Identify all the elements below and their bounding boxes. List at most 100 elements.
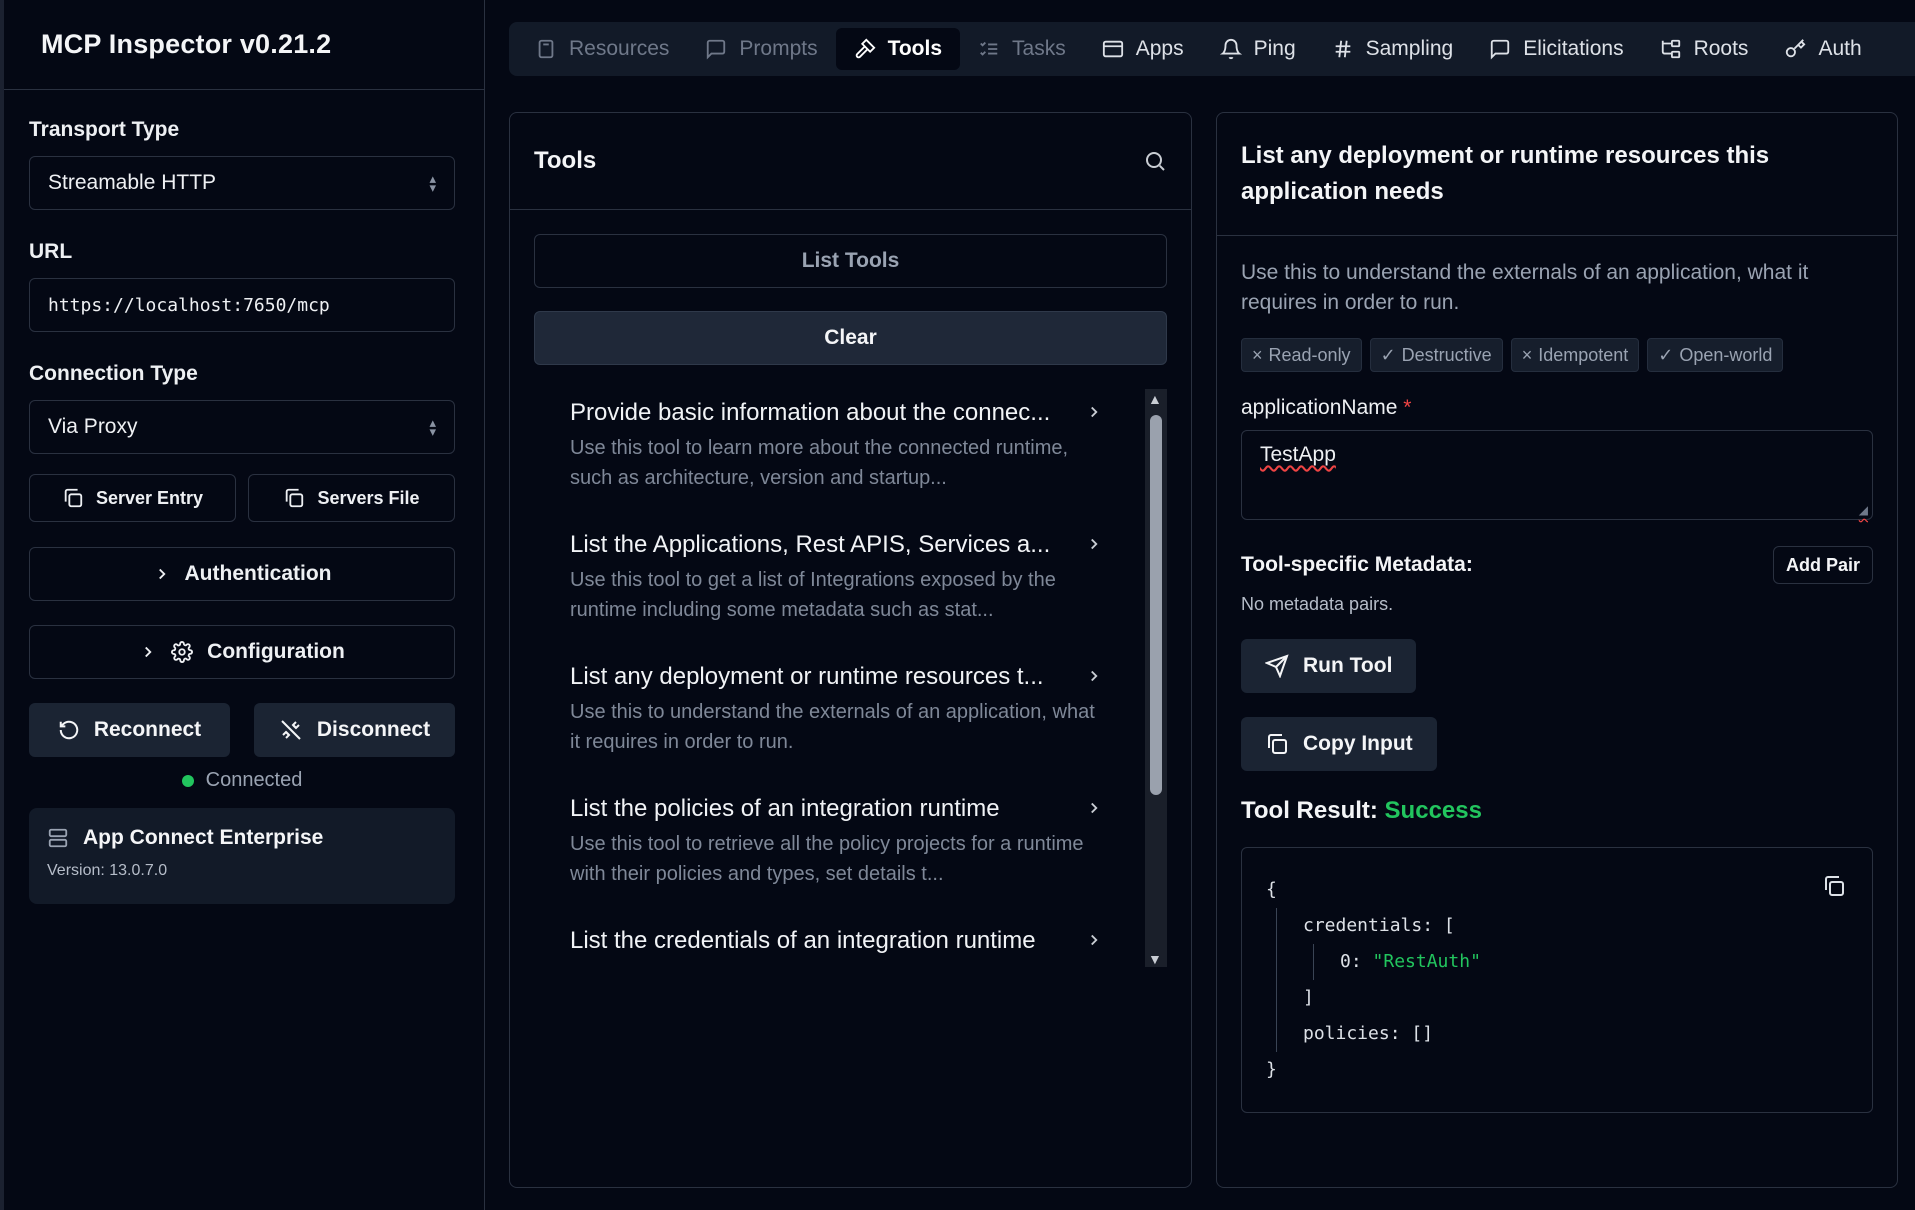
chevron-right-icon <box>1085 403 1103 421</box>
check-icon: ✓ <box>1658 344 1674 365</box>
tab-sampling[interactable]: Sampling <box>1314 28 1472 70</box>
tab-tasks[interactable]: Tasks <box>960 28 1084 70</box>
connection-type-value: Via Proxy <box>48 415 138 438</box>
tab-prompts[interactable]: Prompts <box>687 28 835 70</box>
tab-auth-label: Auth <box>1818 37 1862 60</box>
scroll-down-arrow-icon[interactable]: ▼ <box>1148 951 1162 967</box>
json-array-item: 0: "RestAuth" <box>1340 944 1848 980</box>
add-pair-button[interactable]: Add Pair <box>1772 546 1873 584</box>
tool-list-item[interactable]: Provide basic information about the conn… <box>534 389 1167 521</box>
run-tool-button[interactable]: Run Tool <box>1241 639 1417 693</box>
transport-type-select[interactable]: Streamable HTTP ▴ ▾ <box>29 156 455 210</box>
mcp-inspector-app: MCP Inspector v0.21.2 Transport Type Str… <box>0 0 1915 1210</box>
json-string-value: "RestAuth" <box>1372 951 1481 972</box>
folder-tree-icon <box>1660 38 1682 60</box>
tool-detail-description: Use this to understand the externals of … <box>1241 261 1809 314</box>
configuration-label: Configuration <box>207 640 345 663</box>
disconnect-label: Disconnect <box>316 718 431 741</box>
application-name-input[interactable]: TestApp ◢ <box>1241 430 1873 520</box>
hint-label: Open-world <box>1679 344 1773 365</box>
hint-badge-read-only: × Read-only <box>1241 338 1362 372</box>
list-tools-button[interactable]: List Tools <box>534 234 1167 288</box>
argument-label: applicationName * <box>1241 396 1873 420</box>
json-index: 0: <box>1340 951 1362 972</box>
tool-description: Use this tool to learn more about the co… <box>570 437 1069 489</box>
scroll-up-arrow-icon[interactable]: ▲ <box>1148 391 1162 407</box>
connection-actions: Reconnect Disconnect <box>29 703 455 757</box>
server-entry-label: Server Entry <box>95 487 204 508</box>
connection-status: Connected <box>29 769 455 792</box>
connection-type-select[interactable]: Via Proxy ▴ ▾ <box>29 400 455 454</box>
unplug-icon <box>279 718 303 742</box>
disconnect-button[interactable]: Disconnect <box>254 703 455 757</box>
tab-resources-label: Resources <box>569 37 670 60</box>
url-input[interactable]: https://localhost:7650/mcp <box>29 278 455 332</box>
servers-file-label: Servers File <box>317 487 420 508</box>
tool-list-item-selected[interactable]: List any deployment or runtime resources… <box>534 653 1167 785</box>
tab-tools-label: Tools <box>887 37 943 60</box>
tool-list-item[interactable]: List the policies of an integration runt… <box>534 785 1167 917</box>
tool-title: List any deployment or runtime resources… <box>570 663 1044 690</box>
x-icon: × <box>1521 344 1533 365</box>
file-icon <box>535 38 557 60</box>
copy-input-button[interactable]: Copy Input <box>1241 717 1437 771</box>
tab-roots[interactable]: Roots <box>1642 28 1767 70</box>
tab-roots-label: Roots <box>1693 37 1749 60</box>
server-name: App Connect Enterprise <box>83 826 324 849</box>
tab-resources[interactable]: Resources <box>517 28 687 70</box>
tab-ping[interactable]: Ping <box>1202 28 1314 70</box>
server-name-row: App Connect Enterprise <box>47 826 437 850</box>
tool-list-scrollbar[interactable]: ▲ ▼ <box>1145 389 1167 967</box>
url-label: URL <box>29 240 73 263</box>
chevron-right-icon <box>153 565 171 583</box>
tab-ping-label: Ping <box>1253 37 1296 60</box>
server-entry-button[interactable]: Server Entry <box>29 474 236 522</box>
transport-type-value: Streamable HTTP <box>48 171 217 194</box>
hint-label: Destructive <box>1401 344 1492 365</box>
clear-button[interactable]: Clear <box>534 311 1167 365</box>
tool-result-status: Success <box>1384 797 1482 824</box>
tool-result-label: Tool Result: <box>1241 797 1378 824</box>
authentication-label: Authentication <box>184 562 332 585</box>
metadata-header: Tool-specific Metadata: Add Pair <box>1241 546 1873 584</box>
authentication-toggle[interactable]: Authentication <box>29 547 455 601</box>
tab-apps-label: Apps <box>1135 37 1184 60</box>
json-policies-line: policies: [] <box>1303 1016 1848 1052</box>
tab-elicitations[interactable]: Elicitations <box>1471 28 1641 70</box>
tool-result-heading: Tool Result: Success <box>1241 797 1873 825</box>
hint-badge-open-world: ✓ Open-world <box>1647 338 1784 372</box>
x-icon: × <box>1252 344 1263 365</box>
tools-panel: Tools List Tools Clear Provide basic inf… <box>509 112 1192 1188</box>
application-name-value: TestApp <box>1260 443 1336 466</box>
sidebar-header: MCP Inspector v0.21.2 <box>0 0 484 90</box>
tab-apps[interactable]: Apps <box>1084 28 1202 70</box>
connection-type-label: Connection Type <box>29 362 198 385</box>
tools-panel-header: Tools <box>510 113 1191 210</box>
copy-icon <box>62 487 84 509</box>
tab-tools[interactable]: Tools <box>835 28 961 70</box>
message-square-icon <box>705 38 727 60</box>
tool-list-item[interactable]: List the Applications, Rest APIS, Servic… <box>534 521 1167 653</box>
list-checks-icon <box>978 38 1000 60</box>
tab-auth[interactable]: Auth <box>1766 28 1879 70</box>
bell-icon <box>1219 38 1242 60</box>
chevron-right-icon <box>139 643 157 661</box>
configuration-toggle[interactable]: Configuration <box>29 625 455 679</box>
hint-label: Idempotent <box>1538 344 1629 365</box>
json-key: policies: <box>1303 1023 1401 1044</box>
connection-form: Transport Type Streamable HTTP ▴ ▾ URL ht… <box>0 90 484 904</box>
tool-list-item[interactable]: List the credentials of an integration r… <box>534 917 1167 967</box>
search-icon[interactable] <box>1143 149 1167 173</box>
tool-description: Use this to understand the externals of … <box>570 701 1095 753</box>
servers-file-button[interactable]: Servers File <box>248 474 455 522</box>
copy-icon <box>283 487 305 509</box>
message-square-icon <box>1489 38 1511 60</box>
app-title: MCP Inspector v0.21.2 <box>41 29 332 59</box>
json-open-brace: { <box>1266 879 1277 900</box>
transport-type-label: Transport Type <box>29 118 180 141</box>
reconnect-button[interactable]: Reconnect <box>29 703 230 757</box>
scrollbar-thumb[interactable] <box>1150 415 1162 795</box>
no-metadata-text: No metadata pairs. <box>1241 594 1394 614</box>
resize-handle-icon[interactable]: ◢ <box>1859 503 1868 517</box>
chevron-right-icon <box>1085 799 1103 817</box>
